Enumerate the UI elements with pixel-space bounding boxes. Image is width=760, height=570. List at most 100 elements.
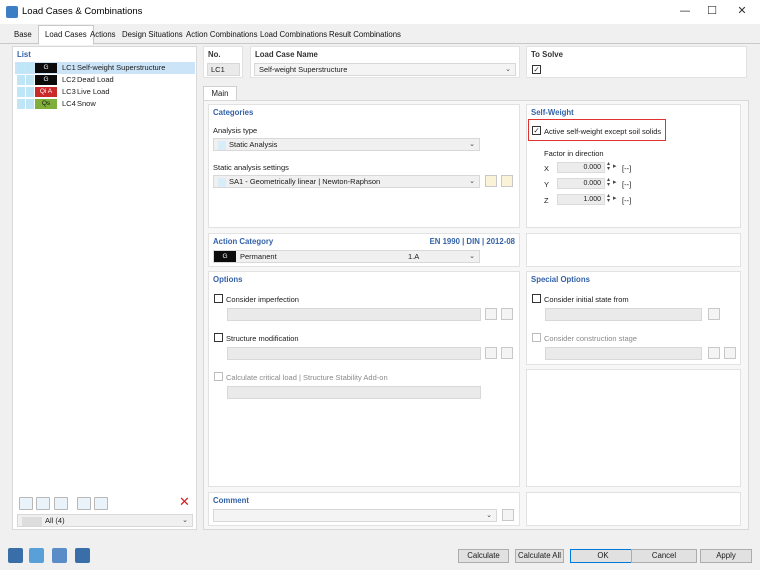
x-unit: [--] (622, 164, 632, 173)
minimize-button[interactable]: — (670, 0, 700, 24)
maximize-button[interactable]: ☐ (697, 0, 727, 24)
spinner-icon[interactable]: ▴ ▾ (607, 161, 610, 172)
calculate-button[interactable]: Calculate (458, 549, 509, 563)
list-item-lc4[interactable]: Qs LC4 Snow (15, 98, 195, 110)
edit-imperfection-icon[interactable] (501, 308, 513, 320)
copy-load-case-icon[interactable] (36, 497, 50, 510)
edit-stage-icon[interactable] (724, 347, 736, 359)
critical-load-label: Calculate critical load | Structure Stab… (226, 373, 388, 382)
structure-modification-field[interactable] (227, 347, 481, 360)
initial-state-field[interactable] (545, 308, 702, 321)
imperfection-field[interactable] (227, 308, 481, 321)
active-self-weight-checkbox[interactable]: ✓ (532, 126, 541, 135)
factor-z-input[interactable]: 1.000 (557, 194, 605, 205)
self-weight-group: Self-Weight ✓ Active self-weight except … (526, 104, 741, 228)
apply-button[interactable]: Apply (700, 549, 752, 563)
lc-name: Live Load (77, 87, 110, 96)
formula-icon[interactable] (75, 548, 90, 563)
action-badge: Qs (35, 99, 57, 109)
y-label: Y (544, 180, 550, 189)
units-icon[interactable] (29, 548, 44, 563)
import-icon[interactable] (54, 497, 68, 510)
chevron-down-icon: ⌄ (469, 178, 475, 185)
comment-library-icon[interactable] (502, 509, 514, 521)
app-icon (6, 6, 18, 18)
tab-load-combinations[interactable]: Load Combinations (254, 26, 333, 44)
z-label: Z (544, 196, 549, 205)
list-panel: List G LC1 Self-weight Superstructure G … (12, 46, 197, 530)
to-solve-checkbox[interactable]: ✓ (532, 65, 541, 74)
spinner-icon[interactable]: ▴ ▾ (607, 193, 610, 204)
analysis-type-swatch (218, 140, 226, 150)
row-marker (17, 63, 25, 73)
categories-title: Categories (213, 108, 254, 117)
consider-imperfection-checkbox[interactable] (214, 294, 223, 303)
static-settings-swatch (218, 177, 226, 187)
self-weight-title: Self-Weight (531, 108, 574, 117)
chevron-down-icon: ⌄ (182, 517, 188, 524)
comment-field[interactable]: ⌄ (213, 509, 497, 522)
tab-main[interactable]: Main (203, 86, 237, 101)
options-title: Options (213, 275, 243, 284)
spinner-icon[interactable]: ▴ ▾ (607, 177, 610, 188)
lc-code: LC2 (62, 75, 76, 84)
new-imperfection-icon[interactable] (485, 308, 497, 320)
construction-stage-label: Consider construction stage (544, 334, 637, 343)
edit-initial-state-icon[interactable] (708, 308, 720, 320)
list-item-lc2[interactable]: G LC2 Dead Load (15, 74, 195, 86)
tab-result-combinations[interactable]: Result Combinations (323, 26, 407, 44)
y-unit: [--] (622, 180, 632, 189)
action-category-standard: EN 1990 | DIN | 2012-08 (429, 237, 515, 246)
arrow-right-icon[interactable]: ▸ (613, 178, 617, 186)
static-settings-select[interactable]: SA1 - Geometrically linear | Newton-Raph… (213, 175, 480, 188)
tab-design-situations[interactable]: Design Situations (116, 26, 189, 44)
new-load-case-icon[interactable] (19, 497, 33, 510)
special-options-group: Special Options Consider initial state f… (526, 271, 741, 365)
initial-state-checkbox[interactable] (532, 294, 541, 303)
factor-x-input[interactable]: 0.000 (557, 162, 605, 173)
row-marker (17, 75, 25, 85)
delete-icon[interactable]: ✕ (179, 495, 190, 510)
tab-action-combinations[interactable]: Action Combinations (180, 26, 264, 44)
list-filter[interactable]: All (4) ⌄ (17, 514, 193, 527)
list-item-lc1[interactable]: G LC1 Self-weight Superstructure (15, 62, 195, 74)
list-item-lc3[interactable]: Qi A LC3 Live Load (15, 86, 195, 98)
structure-modification-checkbox[interactable] (214, 333, 223, 342)
edit-settings-icon[interactable] (501, 175, 513, 187)
arrow-right-icon[interactable]: ▸ (613, 162, 617, 170)
action-category-side-group (526, 233, 741, 267)
tab-base[interactable]: Base (8, 26, 38, 44)
ok-button[interactable]: OK (570, 549, 636, 563)
edit-modification-icon[interactable] (501, 347, 513, 359)
number-field[interactable]: LC1 (207, 63, 240, 76)
uncheck-all-icon[interactable] (94, 497, 108, 510)
z-unit: [--] (622, 196, 632, 205)
check-all-icon[interactable] (77, 497, 91, 510)
critical-load-field[interactable] (227, 386, 481, 399)
action-category-select[interactable]: G Permanent 1.A ⌄ (213, 250, 480, 263)
construction-stage-checkbox[interactable] (532, 333, 541, 342)
analysis-type-label: Analysis type (213, 126, 258, 135)
name-select[interactable]: Self-weight Superstructure ⌄ (254, 63, 516, 76)
lc-name: Dead Load (77, 75, 114, 84)
construction-stage-field[interactable] (545, 347, 702, 360)
row-marker (26, 99, 34, 109)
filter-value: All (4) (45, 516, 65, 525)
lc-code: LC3 (62, 87, 76, 96)
settings-icon[interactable] (52, 548, 67, 563)
new-settings-icon[interactable] (485, 175, 497, 187)
list-header: List (17, 50, 31, 59)
new-stage-icon[interactable] (708, 347, 720, 359)
help-icon[interactable] (8, 548, 23, 563)
critical-load-checkbox[interactable] (214, 372, 223, 381)
lc-code: LC1 (62, 63, 76, 72)
number-label: No. (208, 50, 221, 59)
factor-y-input[interactable]: 0.000 (557, 178, 605, 189)
new-modification-icon[interactable] (485, 347, 497, 359)
cancel-button[interactable]: Cancel (631, 549, 697, 563)
analysis-type-select[interactable]: Static Analysis ⌄ (213, 138, 480, 151)
calculate-all-button[interactable]: Calculate All (515, 549, 564, 563)
arrow-right-icon[interactable]: ▸ (613, 194, 617, 202)
close-button[interactable]: ✕ (727, 0, 757, 24)
consider-imperfection-label: Consider imperfection (226, 295, 299, 304)
